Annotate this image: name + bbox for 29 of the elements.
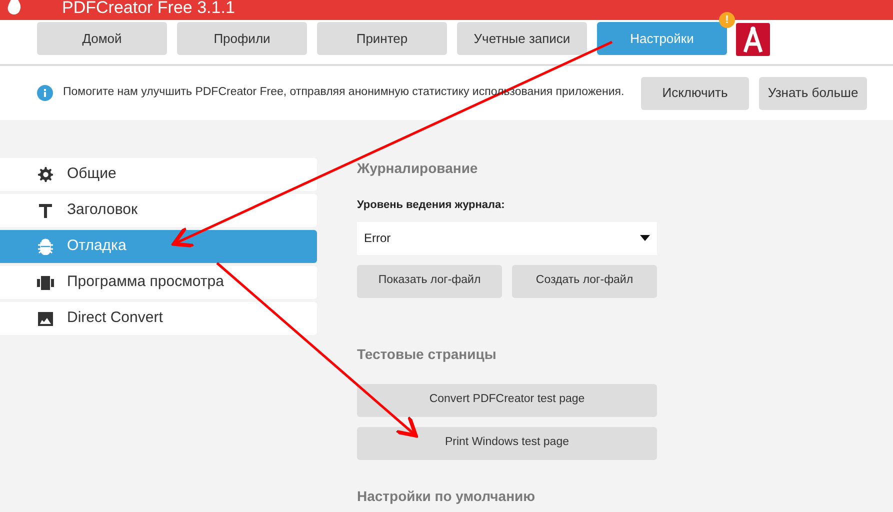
app-logo-icon xyxy=(6,0,22,16)
nav-tab[interactable]: Домой xyxy=(37,22,167,55)
action-button[interactable]: Convert PDFCreator test page xyxy=(357,384,657,416)
log-level-dropdown[interactable]: Error xyxy=(357,222,657,254)
sidebar-item[interactable]: Direct Convert xyxy=(0,302,317,335)
nav-tab[interactable]: Принтер xyxy=(317,22,447,55)
action-button[interactable]: Показать лог-файл xyxy=(357,264,502,298)
image-icon xyxy=(37,310,54,327)
action-button[interactable]: Print Windows test page xyxy=(357,426,657,460)
panels-icon xyxy=(37,274,54,291)
sidebar-item[interactable]: Общие xyxy=(0,158,317,191)
sidebar-item[interactable]: Программа просмотра xyxy=(0,266,317,299)
gear-icon xyxy=(37,166,54,183)
section-heading: Настройки по умолчанию xyxy=(357,486,536,506)
action-button[interactable]: Создать лог-файл xyxy=(512,264,657,298)
info-button[interactable]: Исключить xyxy=(641,76,749,110)
dropdown-caret-icon xyxy=(640,235,650,241)
sidebar-item[interactable]: Заголовок xyxy=(0,194,317,227)
section-heading: Тестовые страницы xyxy=(357,344,498,364)
app-logo-icon xyxy=(736,23,770,56)
bug-icon xyxy=(37,238,54,255)
letter-t-icon xyxy=(37,202,54,219)
window-title: PDFCreator Free 3.1.1 xyxy=(62,0,235,18)
info-icon xyxy=(37,85,53,101)
nav-tab[interactable]: Учетные записи xyxy=(457,22,587,55)
info-button[interactable]: Узнать больше xyxy=(759,76,867,110)
section-heading: Журналирование xyxy=(357,159,479,178)
field-label: Уровень ведения журнала: xyxy=(357,198,506,213)
nav-tab[interactable]: Профили xyxy=(177,22,307,55)
